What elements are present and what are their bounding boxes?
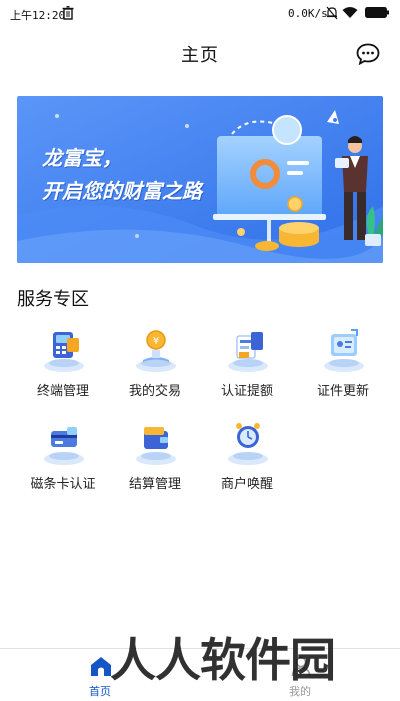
merchant-wakeup-icon: [228, 423, 268, 465]
service-magnetic-card[interactable]: 磁条卡认证: [18, 419, 108, 503]
certification-limit-icon: [228, 332, 268, 372]
trash-icon: [62, 6, 74, 20]
header: 主页: [0, 26, 400, 80]
service-label: 证件更新: [316, 384, 369, 399]
page-title: 主页: [181, 45, 219, 66]
service-label: 认证提额: [220, 384, 273, 399]
service-certification-limit[interactable]: 认证提额: [202, 326, 292, 410]
wifi-icon: [342, 7, 358, 18]
status-time: 上午12:20: [10, 9, 66, 22]
document-update-icon: [324, 329, 364, 372]
bottom-tab-bar: 首页 我的: [0, 648, 400, 701]
svg-text:¥: ¥: [153, 336, 159, 347]
service-my-transactions[interactable]: ¥ 我的交易: [110, 326, 200, 410]
banner-headline: 龙富宝，: [42, 146, 122, 170]
mute-bell-icon: [326, 6, 338, 20]
banner-subline: 开启您的财富之路: [42, 179, 202, 203]
service-terminal-management[interactable]: 终端管理: [18, 326, 108, 410]
status-bar: 上午12:20 0.0K/s: [0, 0, 400, 26]
service-label: 我的交易: [128, 384, 181, 399]
magnetic-card-icon: [44, 427, 84, 465]
battery-icon: [365, 7, 389, 18]
service-merchant-wakeup[interactable]: 商户唤醒: [202, 419, 292, 503]
home-icon: [91, 657, 111, 676]
service-label: 商户唤醒: [220, 477, 273, 492]
service-label: 结算管理: [128, 477, 181, 492]
tab-home[interactable]: 首页: [0, 649, 200, 701]
tab-mine-label: 我的: [289, 685, 311, 698]
chat-bubble-icon[interactable]: [356, 43, 380, 65]
service-label: 终端管理: [36, 384, 89, 399]
user-icon: [291, 656, 311, 677]
section-title: 服务专区: [17, 289, 89, 310]
my-transactions-icon: ¥: [136, 330, 176, 372]
tab-home-label: 首页: [89, 685, 111, 698]
promo-banner[interactable]: 龙富宝， 开启您的财富之路: [17, 96, 383, 263]
service-settlement-management[interactable]: 结算管理: [110, 419, 200, 503]
terminal-management-icon: [44, 332, 84, 372]
network-speed: 0.0K/s: [288, 7, 328, 20]
service-label: 磁条卡认证: [30, 477, 96, 492]
tab-mine[interactable]: 我的: [200, 649, 400, 701]
settlement-management-icon: [136, 427, 176, 465]
service-document-update[interactable]: 证件更新: [298, 326, 388, 410]
